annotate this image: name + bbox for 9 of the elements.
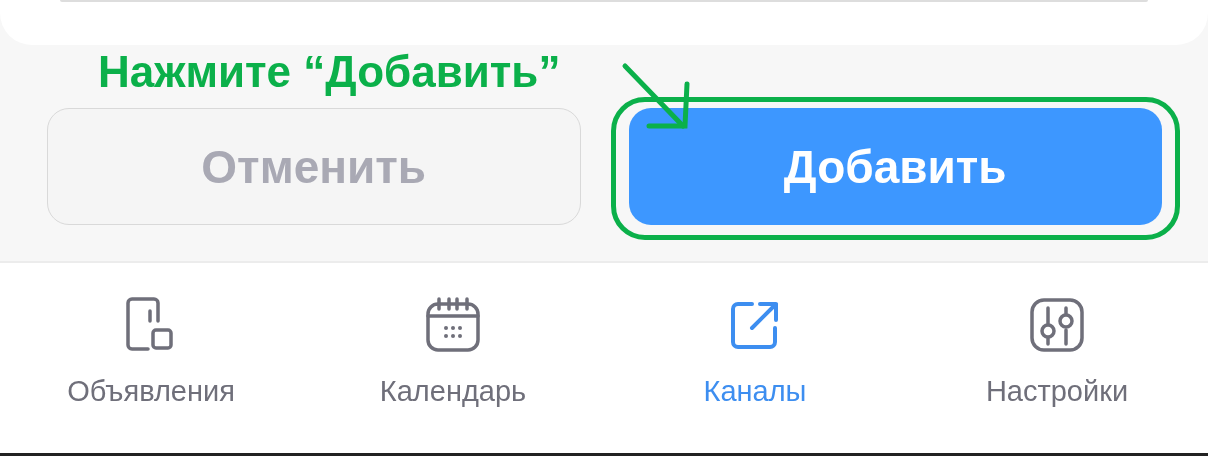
- annotation-text: Нажмите “Добавить”: [98, 47, 561, 96]
- calendar-icon: [425, 297, 481, 353]
- sliders-icon: [1030, 297, 1084, 353]
- tab-item[interactable]: Объявления: [0, 263, 302, 453]
- add-button[interactable]: Добавить: [628, 108, 1162, 225]
- tab-item[interactable]: Календарь: [302, 263, 604, 453]
- phone-icon: [126, 297, 176, 353]
- tab-item[interactable]: Настройки: [906, 263, 1208, 453]
- tab-item[interactable]: Каналы: [604, 263, 906, 453]
